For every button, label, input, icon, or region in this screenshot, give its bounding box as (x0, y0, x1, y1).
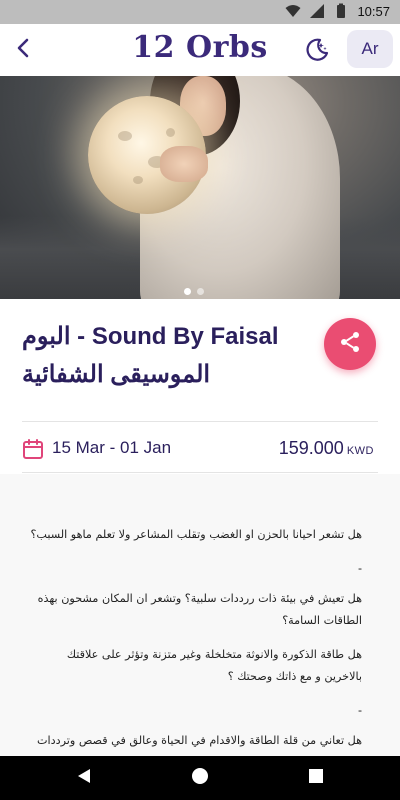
hero-image-carousel[interactable] (0, 76, 400, 299)
theme-toggle-button[interactable] (300, 34, 334, 68)
back-arrow-icon (13, 37, 35, 63)
meta-row: 15 Mar - 01 Jan 159.000 KWD (22, 432, 378, 466)
recents-square-icon (308, 768, 324, 788)
status-bar: 10:57 (0, 0, 400, 24)
price-amount: 159.000 (278, 438, 344, 458)
share-button[interactable] (324, 318, 376, 370)
carousel-dot[interactable] (197, 288, 204, 295)
description-paragraph: هل تشعر احيانا بالحزن او الغضب وتقلب الم… (30, 528, 362, 541)
date-range: 15 Mar - 01 Jan (52, 438, 172, 457)
description-paragraph: هل طاقة الذكورة والانوثة متخلخلة وغير مت… (66, 648, 362, 683)
description-text: هل تشعر احيانا بالحزن او الغضب وتقلب الم… (28, 524, 362, 756)
app-header: 12 Orbs Ar (0, 24, 400, 76)
nav-back-button[interactable] (72, 766, 96, 790)
carousel-dot[interactable] (184, 288, 191, 295)
back-triangle-icon (75, 767, 93, 789)
share-icon (338, 330, 362, 358)
divider (22, 421, 378, 422)
divider (22, 472, 378, 473)
price-currency: KWD (346, 445, 374, 457)
calendar-icon (22, 438, 44, 460)
description-paragraph: هل تعاني من قلة الطاقة والاقدام في الحيا… (36, 734, 362, 747)
system-nav-bar (0, 756, 400, 800)
app-title: 12 Orbs (132, 30, 268, 65)
status-icons: 10:57 (285, 3, 390, 19)
product-title-block: Sound By Faisal - البوم الموسيقى الشفائي… (22, 318, 312, 394)
price: 159.000 KWD (279, 438, 374, 459)
status-time: 10:57 (357, 3, 390, 19)
back-button[interactable] (6, 32, 42, 68)
description-separator: - (357, 562, 362, 575)
battery-icon (333, 3, 349, 19)
moon-stars-icon (304, 36, 330, 66)
description-paragraph: هل تعيش في بيئة ذات ررددات سلبية؟ وتشعر … (37, 592, 362, 627)
wifi-icon (285, 3, 301, 19)
nav-recents-button[interactable] (304, 766, 328, 790)
description-separator: - (357, 704, 362, 717)
home-circle-icon (191, 767, 209, 789)
product-title-line2: الموسيقى الشفائية (22, 361, 211, 388)
nav-home-button[interactable] (188, 766, 212, 790)
language-button[interactable]: Ar (347, 30, 393, 68)
carousel-dots (184, 288, 204, 295)
description-panel[interactable]: هل تشعر احيانا بالحزن او الغضب وتقلب الم… (0, 474, 400, 756)
signal-icon (309, 3, 325, 19)
product-title-line1: Sound By Faisal - البوم (22, 323, 279, 350)
